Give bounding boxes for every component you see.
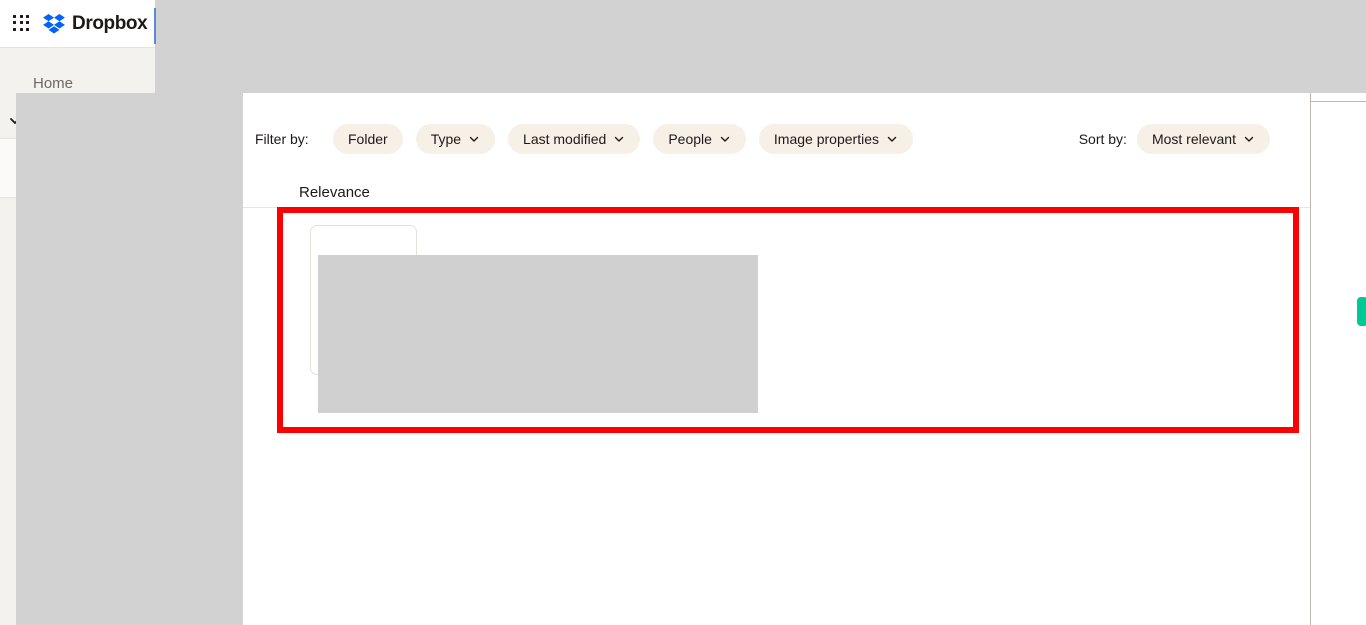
top-bar: Dropbox [0,0,155,47]
apps-grid-icon[interactable] [13,14,31,33]
filter-pill-image-properties-label: Image properties [773,131,879,147]
filter-pill-type-label: Type [430,131,462,147]
sort-by-label: Sort by: [1078,131,1127,147]
sort-by-dropdown[interactable]: Most relevant [1136,124,1270,154]
chevron-down-icon [468,133,480,145]
filter-toolbar: Filter by: Folder Type Last modified Peo… [255,124,1298,156]
filter-pill-type[interactable]: Type [415,124,496,154]
filter-pill-image-properties[interactable]: Image properties [758,124,913,154]
sidebar-occluder-overlay [16,93,243,625]
right-panel-horizontal-divider [1311,101,1366,102]
section-divider [243,207,1310,208]
filter-pill-last-modified-label: Last modified [523,131,607,147]
right-panel-vertical-divider [1310,93,1311,625]
filter-pill-people-label: People [668,131,712,147]
right-window-panel [1310,93,1366,625]
results-occluder-overlay [318,255,758,413]
filter-pill-people[interactable]: People [653,124,746,154]
filter-pill-group: Folder Type Last modified People Image p… [333,124,913,154]
dropbox-logo-icon [43,13,65,34]
chevron-down-icon [1243,133,1255,145]
sort-by-value: Most relevant [1151,131,1236,147]
sidebar-item-home[interactable]: Home [33,75,73,92]
sidebar-top-divider [0,47,155,48]
chevron-down-icon [886,133,898,145]
section-heading-relevance: Relevance [299,184,370,201]
filter-pill-folder[interactable]: Folder [333,124,403,154]
chevron-down-icon [613,133,625,145]
brand-label: Dropbox [72,12,148,34]
accent-green-indicator[interactable] [1357,297,1366,326]
chevron-down-icon [719,133,731,145]
filter-pill-last-modified[interactable]: Last modified [508,124,641,154]
focus-caret [154,8,156,44]
filter-by-label: Filter by: [255,131,309,147]
filter-pill-folder-label: Folder [348,131,388,147]
dropbox-brand[interactable]: Dropbox [43,12,148,35]
sort-control: Sort by: Most relevant [1079,124,1270,154]
